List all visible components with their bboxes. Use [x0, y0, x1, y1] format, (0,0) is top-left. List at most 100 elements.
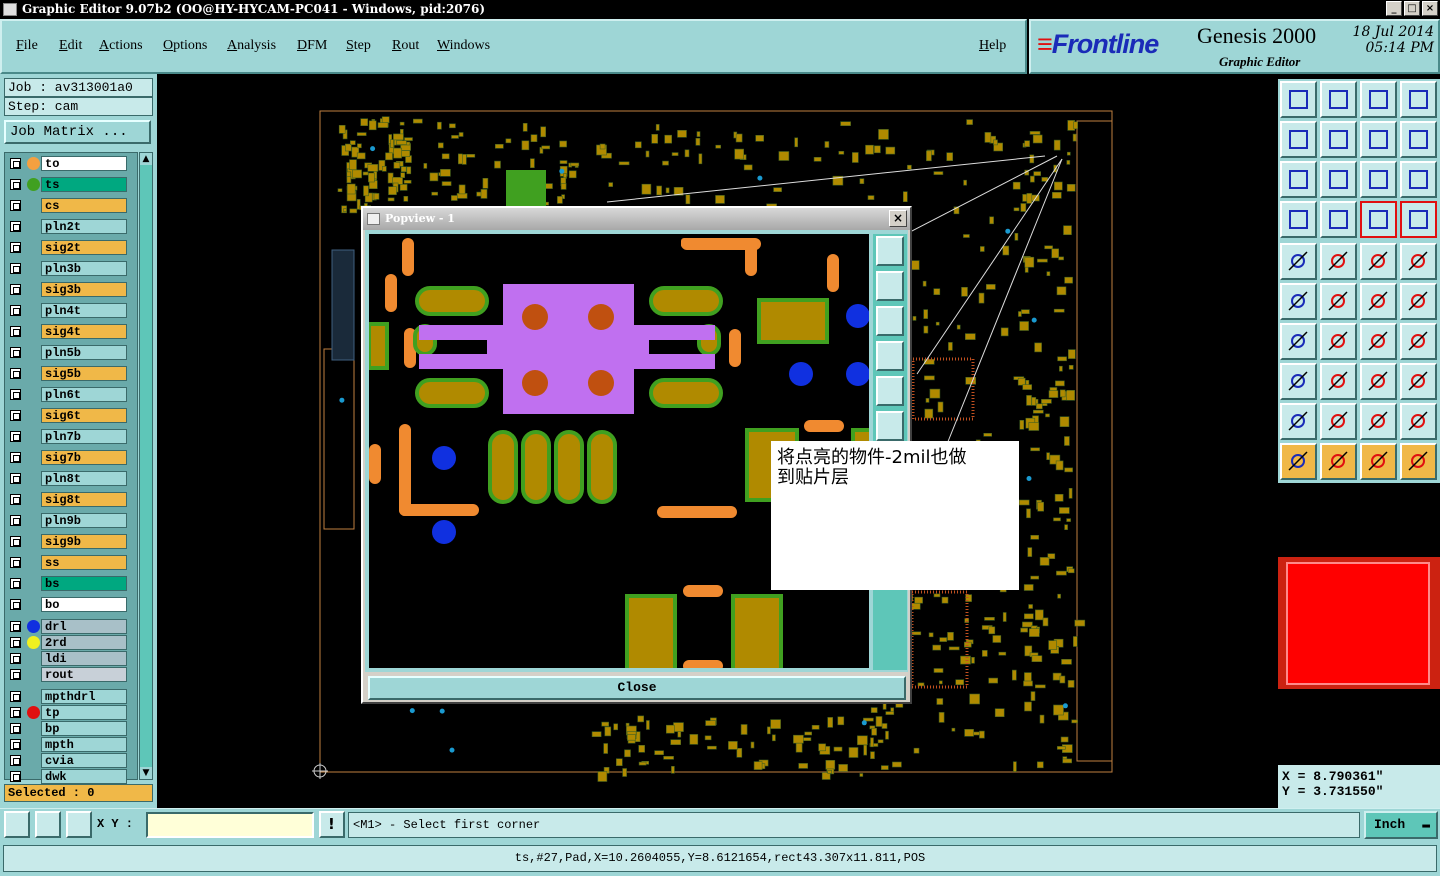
layer-checkbox[interactable] — [10, 389, 21, 400]
layer-name[interactable]: bs — [41, 576, 127, 591]
layer-name[interactable]: sig4t — [41, 324, 127, 339]
popview-close-icon[interactable]: × — [889, 210, 907, 227]
triangle-icon[interactable] — [1280, 403, 1317, 440]
layer-row-pln8t[interactable]: pln8t — [8, 471, 127, 486]
menu-analysis[interactable]: Analysis — [227, 38, 276, 54]
ruler-icon[interactable] — [1360, 243, 1397, 280]
layer-row-dwk[interactable]: dwk — [8, 769, 127, 784]
angle-icon[interactable] — [1280, 323, 1317, 360]
menu-dfm[interactable]: DFM — [297, 38, 327, 54]
layer-name[interactable]: pln6t — [41, 387, 127, 402]
scroll-down-arrow[interactable]: ▼ — [140, 767, 152, 779]
layer-name[interactable]: bp — [41, 721, 127, 736]
layer-name[interactable]: pln3b — [41, 261, 127, 276]
menu-help[interactable]: Help — [979, 38, 1006, 54]
snap-point-icon[interactable] — [1400, 243, 1437, 280]
point-icon[interactable] — [1360, 283, 1397, 320]
cut-icon[interactable] — [1280, 201, 1317, 238]
menu-actions[interactable]: Actions — [99, 38, 143, 54]
layer-row-pln9b[interactable]: pln9b — [8, 513, 127, 528]
triangle3-icon[interactable] — [1360, 403, 1397, 440]
layer-row-pln2t[interactable]: pln2t — [8, 219, 127, 234]
layer-checkbox[interactable] — [10, 284, 21, 295]
layer-checkbox[interactable] — [10, 691, 21, 702]
layer-row-cs[interactable]: cs — [8, 198, 127, 213]
zoom-home2-icon[interactable] — [1360, 81, 1397, 118]
layer-name[interactable]: 2rd — [41, 635, 127, 650]
menu-file[interactable]: File — [16, 38, 38, 54]
layer-row-mpthdrl[interactable]: mpthdrl — [8, 689, 127, 704]
layer-checkbox[interactable] — [10, 637, 21, 648]
layer-name[interactable]: tp — [41, 705, 127, 720]
snap-icon[interactable] — [4, 811, 30, 838]
net-icon[interactable] — [1280, 283, 1317, 320]
alert-icon[interactable]: ! — [319, 811, 345, 838]
xy-input[interactable] — [146, 812, 314, 838]
layer-checkbox[interactable] — [10, 494, 21, 505]
pointer-icon[interactable] — [1280, 443, 1317, 480]
text-icon[interactable] — [1400, 323, 1437, 360]
layer-name[interactable]: pln8t — [41, 471, 127, 486]
layer-checkbox[interactable] — [10, 536, 21, 547]
layer-name[interactable]: ts — [41, 177, 127, 192]
pad-icon[interactable] — [1280, 363, 1317, 400]
layer-row-sig5b[interactable]: sig5b — [8, 366, 127, 381]
layer-checkbox[interactable] — [10, 723, 21, 734]
scroll-up-arrow[interactable]: ▲ — [140, 153, 152, 165]
layer-row-pln6t[interactable]: pln6t — [8, 387, 127, 402]
layer-checkbox[interactable] — [10, 515, 21, 526]
layer-row-sig9b[interactable]: sig9b — [8, 534, 127, 549]
select-icon[interactable] — [1280, 243, 1317, 280]
layer-checkbox[interactable] — [10, 755, 21, 766]
close-window-button[interactable]: × — [1422, 1, 1438, 16]
layer-checkbox[interactable] — [10, 305, 21, 316]
layer-row-bo[interactable]: bo — [8, 597, 127, 612]
layer-row-2rd[interactable]: 2rd — [8, 635, 127, 650]
fit-icon[interactable] — [1360, 121, 1397, 158]
layer-row-sig3b[interactable]: sig3b — [8, 282, 127, 297]
popview-pan-left-icon[interactable] — [876, 341, 904, 371]
menu-rout[interactable]: Rout — [392, 38, 419, 54]
layer-name[interactable]: sig9b — [41, 534, 127, 549]
menu-edit[interactable]: Edit — [59, 38, 82, 54]
layer-row-mpth[interactable]: mpth — [8, 737, 127, 752]
layer-name[interactable]: sig3b — [41, 282, 127, 297]
edit-shape-icon[interactable] — [1320, 243, 1357, 280]
layer-checkbox[interactable] — [10, 158, 21, 169]
popview-title-bar[interactable]: Popview - 1 × — [363, 208, 910, 230]
layer-checkbox[interactable] — [10, 368, 21, 379]
layer-name[interactable]: dwk — [41, 769, 127, 784]
layer-row-drl[interactable]: drl — [8, 619, 127, 634]
layer-checkbox[interactable] — [10, 410, 21, 421]
layer-checkbox[interactable] — [10, 578, 21, 589]
layer-checkbox[interactable] — [10, 347, 21, 358]
zoom-in-icon[interactable] — [1320, 81, 1357, 118]
layer-checkbox[interactable] — [10, 669, 21, 680]
layer-name[interactable]: pln2t — [41, 219, 127, 234]
layer-name[interactable]: bo — [41, 597, 127, 612]
popview-pan-up-icon[interactable] — [876, 271, 904, 301]
layer-checkbox[interactable] — [10, 473, 21, 484]
layer-row-ss[interactable]: ss — [8, 555, 127, 570]
layer-row-pln3b[interactable]: pln3b — [8, 261, 127, 276]
layer-name[interactable]: sig5b — [41, 366, 127, 381]
layer-checkbox[interactable] — [10, 771, 21, 782]
job-matrix-button[interactable]: Job Matrix ... — [4, 120, 151, 144]
popview-fit-icon[interactable] — [876, 411, 904, 441]
help-icon[interactable] — [1400, 161, 1437, 198]
layer-scrollbar[interactable]: ▲ ▼ — [139, 152, 153, 780]
layer-checkbox[interactable] — [10, 242, 21, 253]
connect-icon[interactable] — [1320, 283, 1357, 320]
layer-name[interactable]: rout — [41, 667, 127, 682]
popview-pan-right-icon[interactable] — [876, 376, 904, 406]
zoom-home-icon[interactable] — [1280, 81, 1317, 118]
layer-checkbox[interactable] — [10, 326, 21, 337]
fit-all-icon[interactable] — [1320, 161, 1357, 198]
layer-row-sig2t[interactable]: sig2t — [8, 240, 127, 255]
grid-icon[interactable] — [66, 811, 92, 838]
triangle4-icon[interactable] — [1400, 403, 1437, 440]
route-step-icon[interactable] — [1400, 443, 1437, 480]
menu-step[interactable]: Step — [346, 38, 371, 54]
layer-checkbox[interactable] — [10, 707, 21, 718]
layer-checkbox[interactable] — [10, 263, 21, 274]
